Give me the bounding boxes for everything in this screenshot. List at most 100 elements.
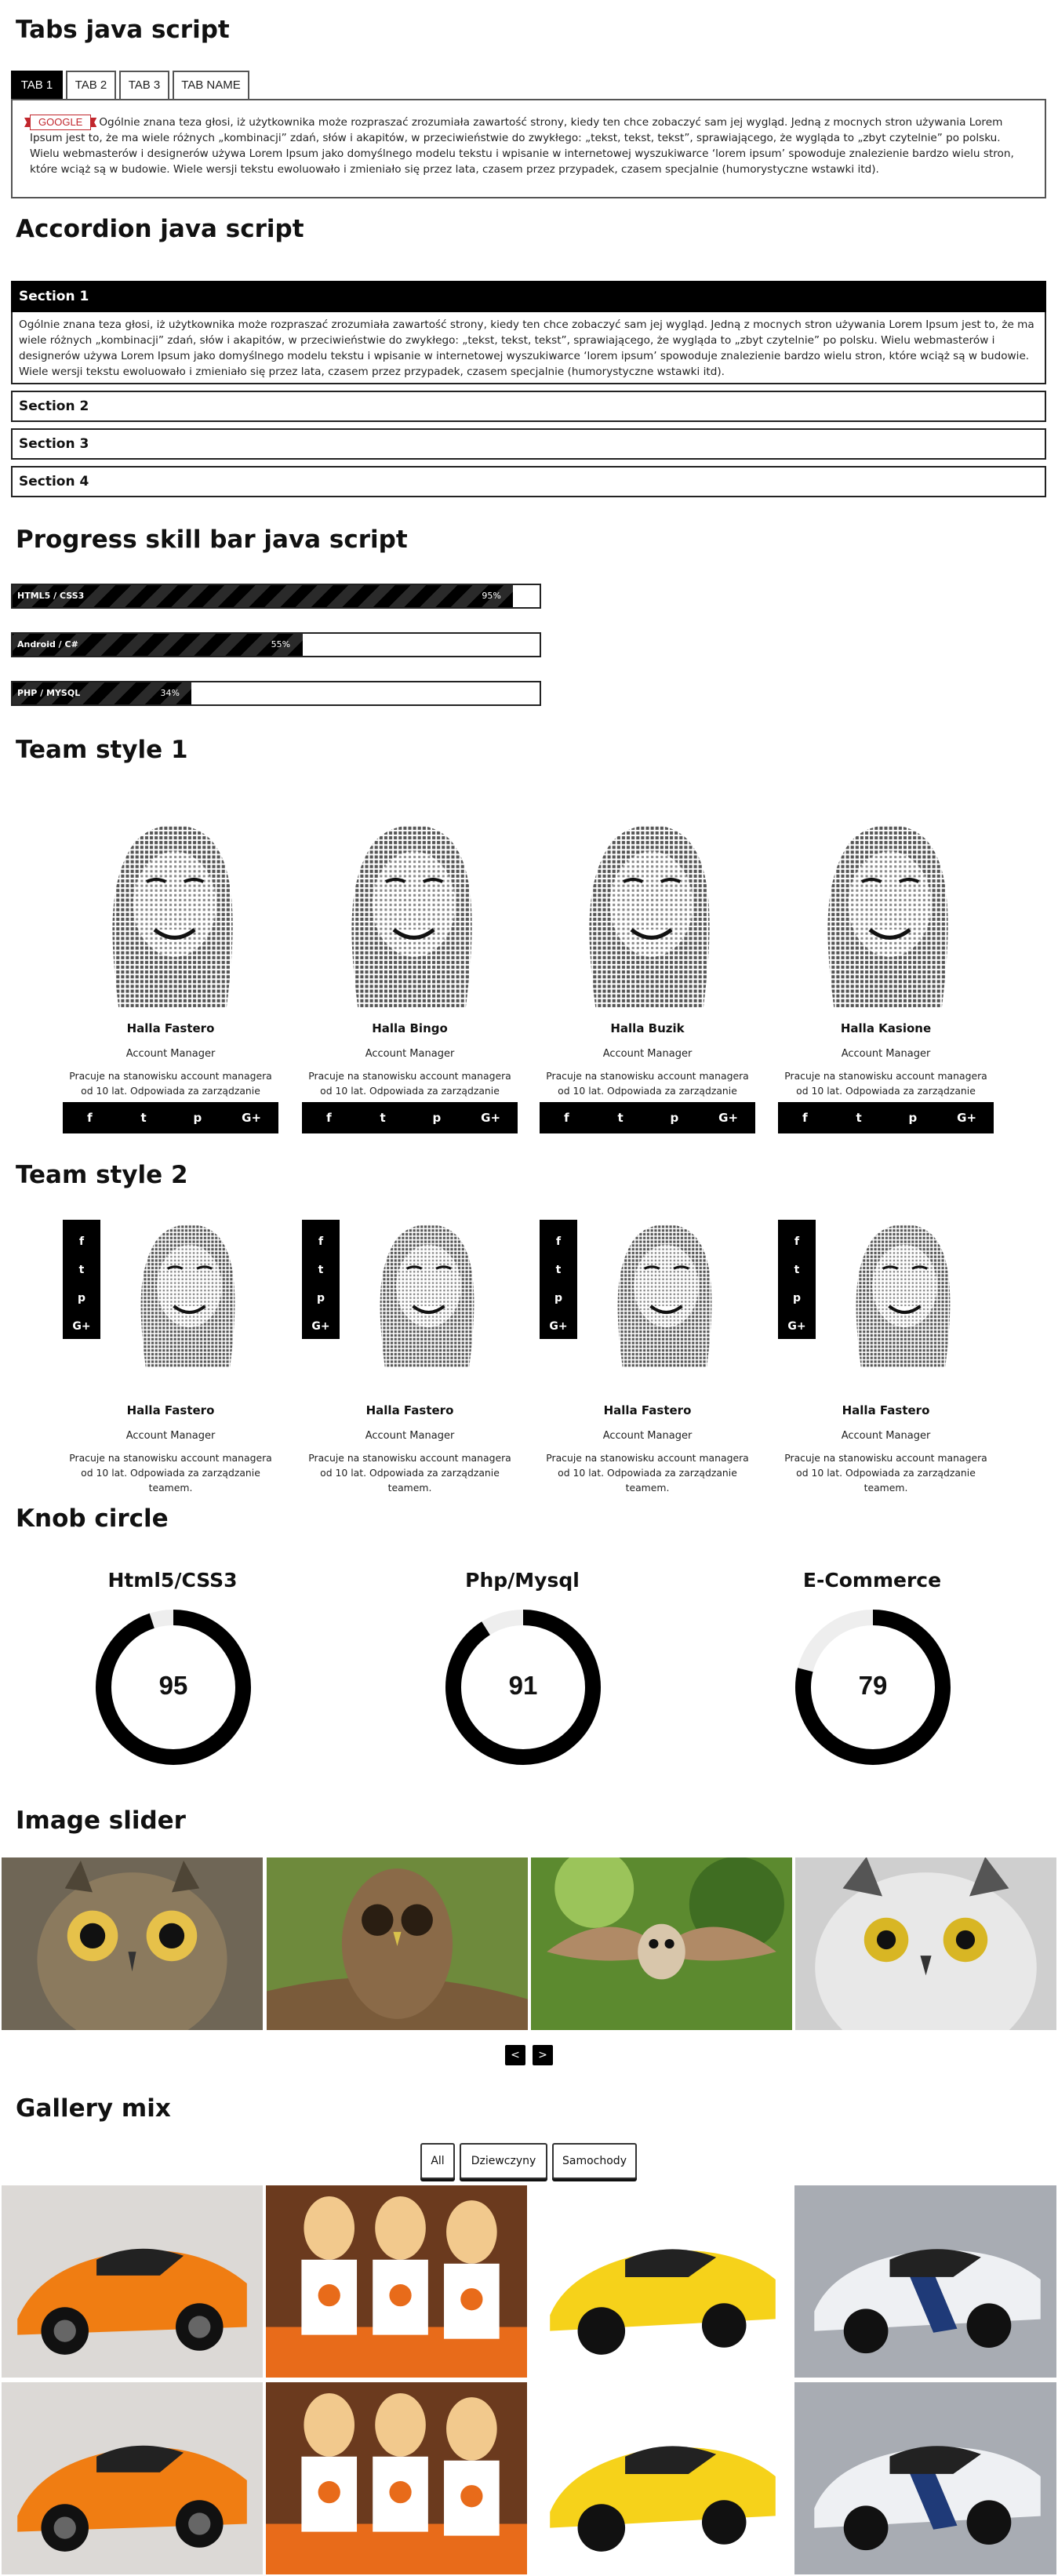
member-name: Halla Fastero <box>842 1403 930 1417</box>
tab-2[interactable]: TAB 2 <box>66 71 116 99</box>
gallery-image-yellow-car[interactable] <box>530 2185 791 2378</box>
twitter-icon[interactable]: t <box>540 1256 577 1284</box>
gallery-image-orange-car[interactable] <box>2 2185 263 2378</box>
member-role: Account Manager <box>365 1430 455 1442</box>
facebook-icon[interactable]: f <box>63 1228 100 1256</box>
slider-prev-button[interactable]: < <box>505 2045 525 2065</box>
pinterest-icon[interactable]: p <box>778 1284 816 1312</box>
knob-value: 95 <box>158 1671 188 1700</box>
google-plus-icon[interactable]: G+ <box>778 1312 816 1341</box>
google-plus-icon[interactable]: G+ <box>464 1102 518 1133</box>
member-photo <box>302 792 518 1008</box>
twitter-icon[interactable]: t <box>356 1102 410 1133</box>
twitter-icon[interactable]: t <box>302 1256 340 1284</box>
pinterest-icon[interactable]: p <box>540 1284 577 1312</box>
gallery-image-girls[interactable] <box>266 2185 527 2378</box>
gallery-image-orange-car[interactable] <box>2 2382 263 2574</box>
member-role: Account Manager <box>602 1430 693 1442</box>
knob-title: Knob circle <box>16 1504 169 1533</box>
accordion-section-1-content: Ogólnie znana teza głosi, iż użytkownika… <box>11 312 1046 384</box>
member-role: Account Manager <box>125 1048 216 1060</box>
twitter-icon[interactable]: t <box>832 1102 886 1133</box>
pinterest-icon[interactable]: p <box>648 1102 702 1133</box>
social-bar-vertical: f t p G+ <box>778 1220 816 1339</box>
gallery-image-white-car[interactable] <box>794 2185 1056 2378</box>
tab-1[interactable]: TAB 1 <box>11 71 63 99</box>
twitter-icon[interactable]: t <box>117 1102 171 1133</box>
slider-next-button[interactable]: > <box>533 2045 553 2065</box>
member-photo <box>333 1220 518 1388</box>
member-role: Account Manager <box>365 1048 455 1060</box>
twitter-icon[interactable]: t <box>63 1256 100 1284</box>
google-badge: GOOGLE <box>30 115 92 130</box>
tab-panel-text: GOOGLE Ogólnie znana teza głosi, iż użytk… <box>30 115 1027 177</box>
google-plus-icon[interactable]: G+ <box>63 1312 100 1341</box>
social-bar: f t p G+ <box>63 1102 278 1133</box>
accordion-section-3[interactable]: Section 3 <box>11 428 1046 460</box>
tab-panel: GOOGLE Ogólnie znana teza głosi, iż użytk… <box>11 99 1046 198</box>
filter-cars-button[interactable]: Samochody <box>552 2143 637 2179</box>
knob-value: 91 <box>508 1671 538 1700</box>
member-name: Halla Buzik <box>610 1021 685 1035</box>
gallery-image-girls[interactable] <box>266 2382 527 2574</box>
member-role: Account Manager <box>841 1048 931 1060</box>
progress-label: Android / C# <box>17 639 78 649</box>
social-bar-vertical: f t p G+ <box>63 1220 100 1339</box>
member-description: Pracuje na stanowisku account managera o… <box>784 1452 987 1494</box>
pinterest-icon[interactable]: p <box>302 1284 340 1312</box>
slider-title: Image slider <box>16 1806 186 1835</box>
member-name: Halla Fastero <box>126 1021 215 1035</box>
member-description: Pracuje na stanowisku account managera o… <box>546 1452 749 1494</box>
slider-image-owl-3 <box>531 1857 792 2030</box>
knob-label: Php/Mysql <box>465 1569 580 1592</box>
pinterest-icon[interactable]: p <box>410 1102 464 1133</box>
tabs-title: Tabs java script <box>16 16 230 44</box>
member-name: Halla Bingo <box>372 1021 448 1035</box>
twitter-icon[interactable]: t <box>594 1102 648 1133</box>
progress-bar-php: PHP / MYSQL 34% <box>11 681 541 706</box>
member-photo <box>63 792 278 1008</box>
accordion-title: Accordion java script <box>16 215 304 243</box>
gallery-image-yellow-car[interactable] <box>530 2382 791 2574</box>
slider-image-owl-1 <box>2 1857 263 2030</box>
facebook-icon[interactable]: f <box>302 1228 340 1256</box>
progress-label: HTML5 / CSS3 <box>17 591 85 601</box>
facebook-icon[interactable]: f <box>540 1102 594 1133</box>
pinterest-icon[interactable]: p <box>63 1284 100 1312</box>
google-plus-icon[interactable]: G+ <box>224 1102 278 1133</box>
accordion-section-2[interactable]: Section 2 <box>11 391 1046 422</box>
google-plus-icon[interactable]: G+ <box>540 1312 577 1341</box>
member-role: Account Manager <box>125 1430 216 1442</box>
gallery-image-white-car[interactable] <box>794 2382 1056 2574</box>
member-description: Pracuje na stanowisku account managera o… <box>69 1452 272 1494</box>
twitter-icon[interactable]: t <box>778 1256 816 1284</box>
tab-3[interactable]: TAB 3 <box>119 71 169 99</box>
google-plus-icon[interactable]: G+ <box>940 1102 994 1133</box>
member-name: Halla Fastero <box>126 1403 215 1417</box>
google-plus-icon[interactable]: G+ <box>302 1312 340 1341</box>
filter-all-button[interactable]: All <box>420 2143 455 2179</box>
gallery-title: Gallery mix <box>16 2094 171 2123</box>
progress-percent: 55% <box>271 639 291 649</box>
pinterest-icon[interactable]: p <box>886 1102 940 1133</box>
facebook-icon[interactable]: f <box>778 1102 832 1133</box>
member-role: Account Manager <box>841 1430 931 1442</box>
google-plus-icon[interactable]: G+ <box>701 1102 755 1133</box>
tab-name[interactable]: TAB NAME <box>173 71 249 99</box>
member-photo <box>571 1220 755 1388</box>
pinterest-icon[interactable]: p <box>171 1102 225 1133</box>
facebook-icon[interactable]: f <box>302 1102 356 1133</box>
progress-fill <box>13 585 514 607</box>
member-name: Halla Fastero <box>603 1403 692 1417</box>
accordion-section-1[interactable]: Section 1 <box>11 281 1046 312</box>
progress-title: Progress skill bar java script <box>16 526 408 554</box>
accordion-section-4[interactable]: Section 4 <box>11 466 1046 497</box>
facebook-icon[interactable]: f <box>63 1102 117 1133</box>
facebook-icon[interactable]: f <box>778 1228 816 1256</box>
filter-girls-button[interactable]: Dziewczyny <box>460 2143 547 2179</box>
member-name: Halla Fastero <box>365 1403 454 1417</box>
knob-value: 79 <box>858 1671 888 1700</box>
facebook-icon[interactable]: f <box>540 1228 577 1256</box>
member-photo <box>809 1220 994 1388</box>
social-bar-vertical: f t p G+ <box>302 1220 340 1339</box>
